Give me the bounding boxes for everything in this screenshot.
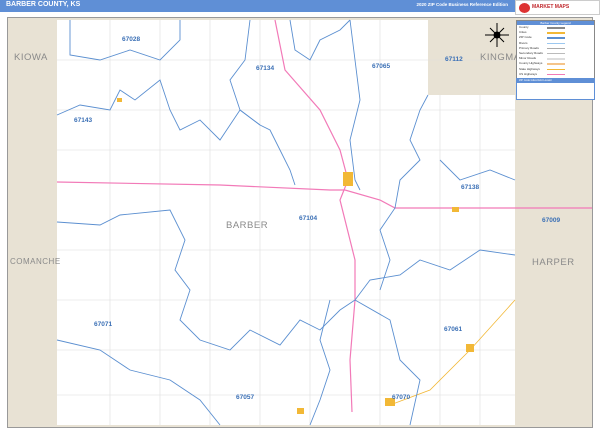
compass-icon xyxy=(485,23,509,47)
zip-label[interactable]: 67070 xyxy=(392,394,410,401)
zip-label[interactable]: 67061 xyxy=(444,326,462,333)
zip-label[interactable]: 67057 xyxy=(236,394,254,401)
county-name: BARBER xyxy=(226,220,269,231)
zip-label[interactable]: 67143 xyxy=(74,117,92,124)
zip-label[interactable]: 67134 xyxy=(256,65,274,72)
zip-index: ZIP Code Index/Grid Locator xyxy=(516,78,595,100)
neighbor-kiowa: KIOWA xyxy=(14,52,48,63)
zip-index-title: ZIP Code Index/Grid Locator xyxy=(517,79,594,83)
zip-label[interactable]: 67065 xyxy=(372,63,390,70)
zip-label[interactable]: 67071 xyxy=(94,321,112,328)
neighbor-harper: HARPER xyxy=(532,257,575,268)
zip-label[interactable]: 67138 xyxy=(461,184,479,191)
zip-label[interactable]: 67028 xyxy=(122,36,140,43)
neighbor-comanche: COMANCHE xyxy=(10,257,61,266)
zip-label[interactable]: 67112 xyxy=(445,56,463,63)
zip-label[interactable]: 67104 xyxy=(299,215,317,222)
county-area xyxy=(57,20,515,425)
zip-label[interactable]: 67009 xyxy=(542,217,560,224)
